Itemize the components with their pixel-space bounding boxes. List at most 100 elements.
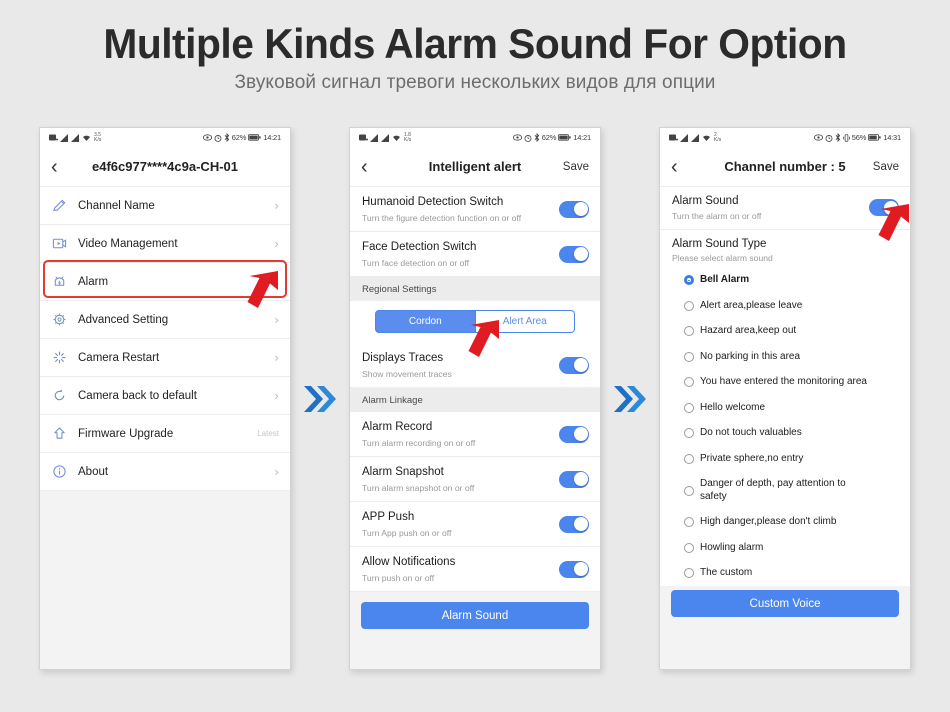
setting-row-displays-traces[interactable]: Displays Traces Show movement traces [350,343,600,388]
radio-button-icon [684,377,694,388]
custom-voice-button[interactable]: Custom Voice [671,590,899,618]
radio-option-label: High danger,please don't climb [700,516,837,528]
radio-option-hello-welcome[interactable]: Hello welcome [672,395,898,421]
setting-title: Alarm Sound [672,195,739,207]
data-rate-unit: K/s [94,136,102,143]
toggle-face-detection[interactable] [559,245,589,263]
chevron-right-icon: › [274,464,279,479]
radio-button-icon [684,351,694,362]
radio-option-no-parking[interactable]: No parking in this area [672,344,898,370]
radio-option-monitoring-area[interactable]: You have entered the monitoring area [672,370,898,396]
alarm-sound-button[interactable]: Alarm Sound [361,602,589,629]
menu-item-channel-name[interactable]: Channel Name › [40,187,290,225]
radio-option-do-not-touch[interactable]: Do not touch valuables [672,421,898,447]
radio-option-hazard-area[interactable]: Hazard area,keep out [672,319,898,345]
back-button-2[interactable]: ‹ [361,157,381,177]
setting-texts: APP Push Turn App push on or off [362,510,559,538]
toggle-alarm-snapshot[interactable] [559,470,589,488]
radio-button-icon [684,326,694,337]
menu-item-firmware-upgrade[interactable]: Firmware Upgrade Latest [40,415,290,453]
signal-icon [60,133,68,142]
alarm-sound-type-block: Alarm Sound Type Please select alarm sou… [660,229,910,263]
setting-row-app-push[interactable]: APP Push Turn App push on or off [350,502,600,547]
menu-item-label: Alarm [78,275,109,288]
setting-title: Face Detection Switch [362,241,477,254]
phone-screen-1: 3.5 K/s 62% 14:21 ‹ e4f6c977****4c9a-CH-… [39,127,291,670]
battery-icon [558,134,571,141]
back-button-1[interactable]: ‹ [51,157,71,177]
bluetooth-icon [224,133,230,142]
firmware-status-note: Latest [257,429,279,438]
statusbar-1: 3.5 K/s 62% 14:21 [40,128,290,147]
upload-arrow-icon [52,426,74,441]
menu-item-camera-back-to-default[interactable]: Camera back to default › [40,377,290,415]
toggle-allow-notifications[interactable] [559,560,589,578]
radio-button-selected-icon [684,275,694,286]
settings-menu-list: Channel Name › Video Management › Alarm … [40,187,290,491]
radio-option-private-sphere[interactable]: Private sphere,no entry [672,446,898,472]
poster-header: Multiple Kinds Alarm Sound For Option Зв… [0,0,950,94]
menu-item-camera-restart[interactable]: Camera Restart › [40,339,290,377]
vibrate-icon [842,133,850,142]
battery-percent-3: 56% [851,133,867,142]
save-button-2[interactable]: Save [563,161,589,173]
menu-item-alarm[interactable]: Alarm › [40,263,290,301]
setting-row-face-detection[interactable]: Face Detection Switch Turn face detectio… [350,232,600,277]
menu-item-right: › [274,238,279,250]
alarm-sound-options-list: Bell Alarm Alert area,please leave Hazar… [660,262,910,587]
segment-alert-area[interactable]: Alert Area [475,310,575,333]
menu-item-video-management[interactable]: Video Management › [40,225,290,263]
refresh-icon [52,388,74,403]
radio-option-bell-alarm[interactable]: Bell Alarm [672,268,898,294]
chevron-right-icon: › [274,274,279,289]
sim-icon [359,134,368,141]
segmented-control-region-type: Cordon Alert Area [350,301,600,357]
eye-icon [813,134,823,141]
setting-row-allow-notifications[interactable]: Allow Notifications Turn push on or off [350,547,600,592]
toggle-alarm-sound[interactable] [869,199,899,217]
radio-option-howling-alarm[interactable]: Howling alarm [672,535,898,561]
setting-subtitle: Show movement traces [362,368,452,379]
save-button-3[interactable]: Save [873,161,899,173]
setting-row-humanoid-detection[interactable]: Humanoid Detection Switch Turn the figur… [350,187,600,232]
radio-option-danger-of-depth[interactable]: Danger of depth, pay attention to safety [672,472,898,510]
radio-option-alert-area[interactable]: Alert area,please leave [672,293,898,319]
menu-item-about[interactable]: About › [40,453,290,491]
toggle-alarm-record[interactable] [559,425,589,443]
battery-icon [248,134,261,141]
signal-icon [680,133,688,142]
step-arrow-2 [601,127,659,670]
chevron-right-icon: › [274,312,279,327]
setting-row-alarm-sound[interactable]: Alarm Sound Turn the alarm on or off [660,187,910,241]
data-rate-1: 3.5 K/s [94,133,102,143]
video-icon [52,236,74,251]
radio-option-label: Danger of depth, pay attention to safety [700,478,846,502]
toggle-app-push[interactable] [559,515,589,533]
toggle-displays-traces[interactable] [559,356,589,374]
back-button-3[interactable]: ‹ [671,157,691,177]
alarm-sound-type-title: Alarm Sound Type [672,237,767,250]
segment-cordon[interactable]: Cordon [375,310,476,333]
setting-subtitle: Turn alarm recording on or off [362,437,476,448]
menu-item-right: Latest [257,429,279,438]
menu-item-label: Firmware Upgrade [78,427,174,440]
menu-item-label: Camera back to default [78,389,197,402]
page-subtitle: Звуковой сигнал тревоги нескольких видов… [234,72,716,94]
menu-item-right: › [274,466,279,478]
setting-row-alarm-snapshot[interactable]: Alarm Snapshot Turn alarm snapshot on or… [350,457,600,502]
statusbar-right-2: 62% 14:21 [512,133,591,142]
radio-option-the-custom[interactable]: The custom [672,561,898,587]
menu-item-advanced-setting[interactable]: Advanced Setting › [40,301,290,339]
radio-button-icon [684,568,694,579]
wifi-icon [393,135,400,141]
clock-time-2: 14:21 [573,133,591,142]
setting-title: Alarm Snapshot [362,466,444,479]
toggle-humanoid-detection[interactable] [559,200,589,218]
navbar-2: ‹ Intelligent alert Save [350,147,600,187]
wifi-icon [703,135,710,141]
radio-option-high-danger[interactable]: High danger,please don't climb [672,510,898,536]
signal-icon [71,133,79,142]
setting-row-alarm-record[interactable]: Alarm Record Turn alarm recording on or … [350,412,600,457]
signal-icon [370,133,378,142]
setting-title: Humanoid Detection Switch [362,196,504,209]
